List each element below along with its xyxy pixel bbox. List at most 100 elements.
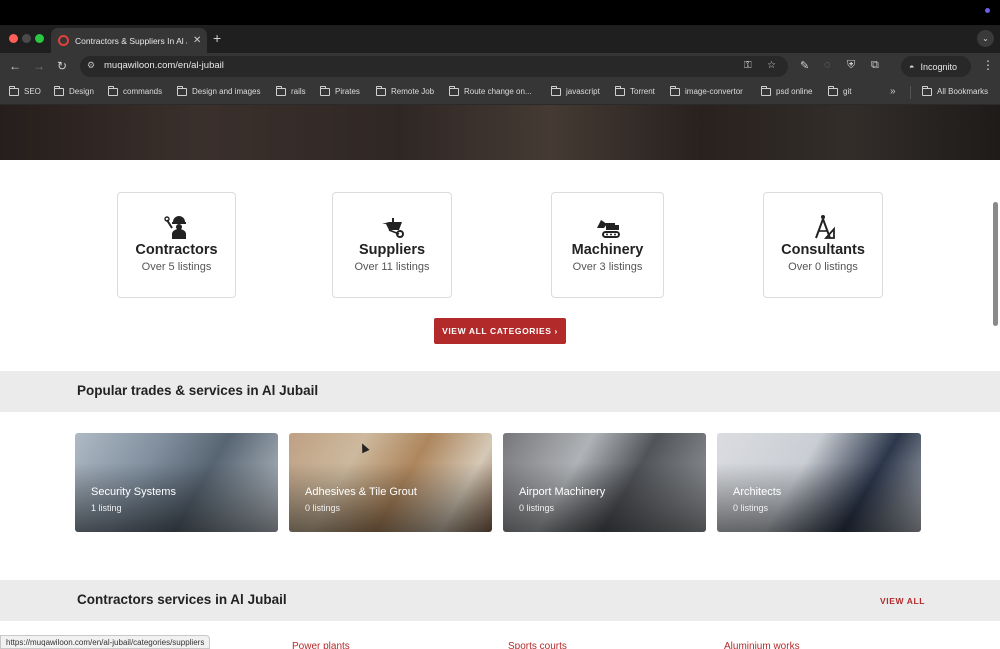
worker-icon <box>163 216 186 239</box>
more-bookmarks-icon[interactable]: » <box>890 86 896 97</box>
category-name: Machinery <box>571 242 644 258</box>
section-title: Contractors services in Al Jubail <box>77 592 287 607</box>
trade-card-security-systems[interactable]: Security Systems 1 listing <box>75 433 278 532</box>
bookmark-folder[interactable]: Pirates <box>319 85 360 96</box>
wheelbarrow-icon <box>382 218 404 238</box>
folder-icon <box>614 85 625 96</box>
reload-icon[interactable]: ↻ <box>57 59 67 73</box>
service-link[interactable]: Power plants <box>292 641 350 649</box>
trade-card-architects[interactable]: Architects 0 listings <box>717 433 921 532</box>
bookmark-folder[interactable]: commands <box>107 85 162 96</box>
incognito-label: Incognito <box>920 61 957 72</box>
os-menu-bar <box>0 0 1000 25</box>
view-all-categories-button[interactable]: VIEW ALL CATEGORIES › <box>434 318 566 344</box>
trade-card-airport-machinery[interactable]: Airport Machinery 0 listings <box>503 433 706 532</box>
incognito-icon: ◓ <box>909 61 915 72</box>
bookmark-folder[interactable]: psd online <box>760 85 812 96</box>
bookmark-folder[interactable]: Design <box>53 85 94 96</box>
popular-trades-header: Popular trades & services in Al Jubail <box>0 371 1000 412</box>
bookmarks-bar: SEO Design commands Design and images ra… <box>0 80 1000 105</box>
folder-icon <box>448 85 459 96</box>
section-title: Popular trades & services in Al Jubail <box>77 383 319 398</box>
all-bookmarks-folder[interactable]: All Bookmarks <box>921 85 988 96</box>
new-tab-button[interactable]: + <box>213 30 221 46</box>
close-tab-icon[interactable]: ✕ <box>193 35 201 46</box>
excavator-icon <box>596 220 620 238</box>
bookmark-folder[interactable]: Route change on... <box>448 85 532 96</box>
bookmark-folder[interactable]: rails <box>275 85 306 96</box>
category-card-contractors[interactable]: Contractors Over 5 listings <box>117 192 236 298</box>
trade-name: Airport Machinery <box>519 486 606 498</box>
bookmark-folder[interactable]: Remote Job <box>375 85 434 96</box>
category-count: Over 3 listings <box>572 261 643 273</box>
folder-icon <box>319 85 330 96</box>
category-card-consultants[interactable]: Consultants Over 0 listings <box>763 192 883 298</box>
trade-count: 0 listings <box>519 503 555 513</box>
service-link[interactable]: Aluminium works <box>724 641 800 649</box>
link-status-bar: https://muqawiloon.com/en/al-jubail/cate… <box>0 635 211 649</box>
browser-toolbar: ← → ↻ ⚙ muqawiloon.com/en/al-jubail ⚿ ☆ … <box>0 53 1000 80</box>
address-bar[interactable]: ⚙ muqawiloon.com/en/al-jubail ⚿ ☆ <box>80 56 788 77</box>
category-count: Over 0 listings <box>788 261 858 273</box>
bookmark-star-icon[interactable]: ☆ <box>767 60 776 71</box>
tab-title: Contractors & Suppliers In Al Jubail <box>75 35 187 46</box>
tab-search-button[interactable]: ⌄ <box>977 30 994 47</box>
folder-icon <box>827 85 838 96</box>
trade-name: Architects <box>733 486 782 498</box>
close-window-button[interactable] <box>9 34 18 43</box>
browser-tab[interactable]: Contractors & Suppliers In Al Jubail ✕ <box>51 28 207 53</box>
trade-card-adhesives-tile-grout[interactable]: Adhesives & Tile Grout 0 listings <box>289 433 492 532</box>
folder-icon <box>176 85 187 96</box>
trade-count: 1 listing <box>91 503 122 513</box>
service-link[interactable]: Sports courts <box>508 641 567 649</box>
folder-icon <box>107 85 118 96</box>
category-count: Over 5 listings <box>141 261 212 273</box>
status-dot-icon <box>985 8 990 13</box>
minimize-window-button[interactable] <box>22 34 31 43</box>
category-name: Suppliers <box>358 242 426 258</box>
back-arrow-icon[interactable]: ← <box>9 59 21 73</box>
folder-icon <box>669 85 680 96</box>
site-settings-icon[interactable]: ⚙ <box>87 60 95 71</box>
trade-name: Adhesives & Tile Grout <box>305 486 417 498</box>
browser-menu-icon[interactable]: ⋮ <box>982 58 994 72</box>
contractors-services-header: Contractors services in Al Jubail VIEW A… <box>0 580 1000 621</box>
hero-banner-image <box>0 105 1000 160</box>
password-key-icon[interactable]: ⚿ <box>744 60 752 71</box>
bookmark-folder[interactable]: Design and images <box>176 85 260 96</box>
bookmark-folder[interactable]: git <box>827 85 851 96</box>
bookmarks-divider <box>910 86 911 99</box>
trade-name: Security Systems <box>91 486 176 498</box>
url-text: muqawiloon.com/en/al-jubail <box>104 60 224 71</box>
page-scrollbar[interactable] <box>993 202 998 326</box>
site-favicon-icon <box>58 35 69 46</box>
tab-bar: Contractors & Suppliers In Al Jubail ✕ +… <box>0 25 1000 53</box>
trade-count: 0 listings <box>305 503 341 513</box>
eyedropper-extension-icon[interactable]: ✎ <box>800 59 809 72</box>
category-count: Over 11 listings <box>354 261 430 273</box>
bookmark-folder[interactable]: javascript <box>550 85 600 96</box>
folder-icon <box>921 85 932 96</box>
category-card-machinery[interactable]: Machinery Over 3 listings <box>551 192 664 298</box>
bookmark-folder[interactable]: image-convertor <box>669 85 743 96</box>
folder-icon <box>275 85 286 96</box>
category-name: Consultants <box>781 242 865 258</box>
drafting-compass-icon <box>815 215 835 239</box>
trade-count: 0 listings <box>733 503 769 513</box>
folder-icon <box>760 85 771 96</box>
forward-arrow-icon[interactable]: → <box>33 59 45 73</box>
folder-icon <box>53 85 64 96</box>
folder-icon <box>375 85 386 96</box>
folder-icon <box>550 85 561 96</box>
shield-extension-icon[interactable]: ⛨ <box>847 59 855 72</box>
category-card-suppliers[interactable]: Suppliers Over 11 listings <box>332 192 452 298</box>
maximize-window-button[interactable] <box>35 34 44 43</box>
incognito-indicator[interactable]: ◓ Incognito <box>901 56 971 77</box>
extensions-puzzle-icon[interactable]: ⧉ <box>871 59 879 72</box>
bookmark-folder[interactable]: SEO <box>8 85 41 96</box>
view-all-link[interactable]: VIEW ALL <box>880 596 925 606</box>
folder-icon <box>8 85 19 96</box>
bookmark-folder[interactable]: Torrent <box>614 85 655 96</box>
category-name: Contractors <box>135 242 218 258</box>
extension-icon[interactable]: ◌ <box>824 59 831 71</box>
